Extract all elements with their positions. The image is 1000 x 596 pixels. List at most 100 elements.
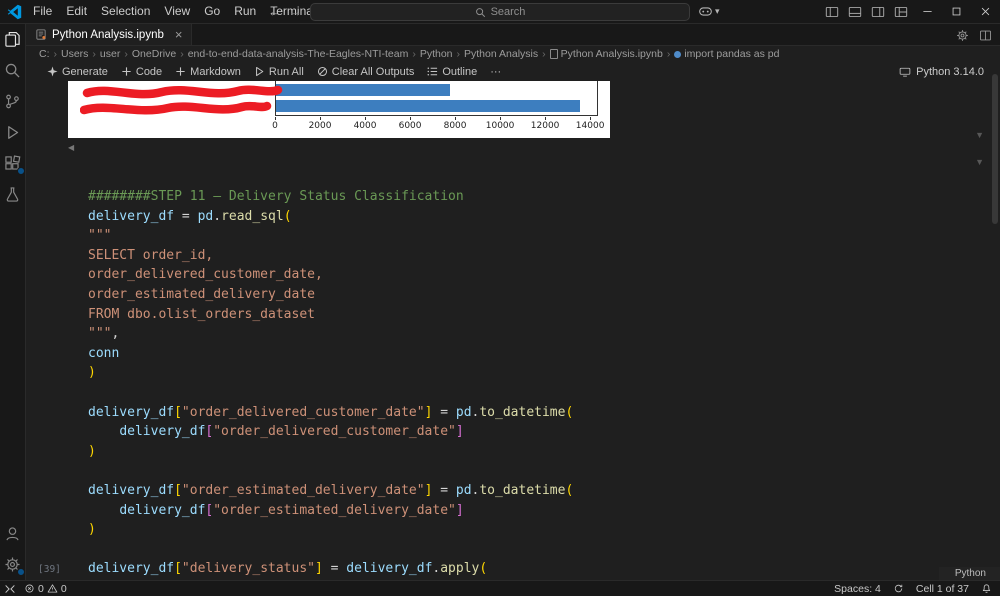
- code-line[interactable]: delivery_df["delivery_status"] = deliver…: [88, 559, 573, 579]
- kernel-icon: [899, 67, 911, 77]
- breadcrumb-item[interactable]: C:: [39, 48, 50, 60]
- code-line[interactable]: ​: [88, 383, 573, 403]
- search-box[interactable]: Search: [310, 3, 690, 21]
- output-scroll-left-icon[interactable]: ◀: [68, 143, 74, 152]
- minimize-button[interactable]: [913, 0, 942, 23]
- warning-icon: [47, 584, 58, 593]
- search-view-icon[interactable]: [3, 60, 23, 80]
- kernel-picker[interactable]: Python 3.14.0: [899, 62, 984, 81]
- toggle-sidebar-icon[interactable]: [825, 5, 839, 19]
- code-line[interactable]: delivery_df["order_estimated_delivery_da…: [88, 481, 573, 501]
- breadcrumb-item[interactable]: OneDrive: [132, 48, 176, 60]
- outline-button[interactable]: Outline: [427, 66, 477, 78]
- breadcrumb-item[interactable]: Python: [420, 48, 453, 60]
- run-all-button[interactable]: Run All: [254, 66, 304, 78]
- close-button[interactable]: [971, 0, 1000, 23]
- code-line[interactable]: delivery_df["order_delivered_customer_da…: [88, 422, 573, 442]
- x-tick-label: 2000: [308, 121, 332, 131]
- breadcrumb-item[interactable]: Python Analysis.ipynb: [549, 48, 663, 60]
- error-icon: [25, 584, 34, 593]
- menu-selection[interactable]: Selection: [94, 0, 157, 23]
- breadcrumb-item[interactable]: end-to-end-data-analysis-The-Eagles-NTI-…: [188, 48, 409, 60]
- x-tick-label: 14000: [575, 121, 605, 131]
- maximize-button[interactable]: [942, 0, 971, 23]
- more-actions-button[interactable]: ···: [490, 66, 501, 78]
- generate-button[interactable]: Generate: [47, 66, 108, 78]
- history-forward-icon[interactable]: →: [289, 0, 302, 23]
- breadcrumb-separator-icon: ›: [412, 48, 416, 60]
- menu-go[interactable]: Go: [197, 0, 227, 23]
- code-lines[interactable]: ########STEP 11 — Delivery Status Classi…: [88, 187, 573, 579]
- tab-python-analysis[interactable]: Python Analysis.ipynb ×: [26, 24, 193, 45]
- code-line[interactable]: ​: [88, 461, 573, 481]
- code-line[interactable]: order_estimated_delivery_date: [88, 285, 573, 305]
- code-line[interactable]: delivery_df = pd.read_sql(: [88, 207, 573, 227]
- activity-bar: [0, 24, 26, 580]
- breadcrumb-separator-icon: ›: [666, 48, 671, 60]
- editor-scrollbar[interactable]: [990, 62, 1000, 580]
- code-line[interactable]: delivery_df["order_delivered_customer_da…: [88, 403, 573, 423]
- toggle-panel-icon[interactable]: [848, 5, 862, 19]
- toggle-secondary-sidebar-icon[interactable]: [871, 5, 885, 19]
- spaces-indicator[interactable]: Spaces: 4: [834, 583, 881, 595]
- status-bar: 0 0 Spaces: 4 Cell 1 of 37: [0, 580, 1000, 596]
- x-tick-label: 6000: [398, 121, 422, 131]
- clear-icon: [317, 66, 327, 77]
- breadcrumb-item[interactable]: import pandas as pd: [674, 48, 779, 60]
- x-tickmark: [365, 117, 367, 120]
- breadcrumb-separator-icon: ›: [542, 48, 546, 60]
- add-markdown-button[interactable]: Markdown: [175, 66, 241, 78]
- code-line[interactable]: """: [88, 226, 573, 246]
- chevron-down-icon: ▾: [715, 6, 720, 16]
- breadcrumb-item[interactable]: Python Analysis: [464, 48, 538, 60]
- search-icon: [475, 7, 486, 18]
- notifications-bell-icon[interactable]: [981, 583, 992, 594]
- menu-run[interactable]: Run: [227, 0, 263, 23]
- split-editor-icon[interactable]: [979, 29, 992, 42]
- menu-file[interactable]: File: [26, 0, 59, 23]
- breadcrumb: C: › Users › user › OneDrive › end-to-end-data-a…: [26, 46, 1000, 62]
- menu-edit[interactable]: Edit: [59, 0, 94, 23]
- customize-layout-icon[interactable]: [894, 5, 908, 19]
- code-line[interactable]: SELECT order_id,: [88, 246, 573, 266]
- explorer-icon[interactable]: [3, 29, 23, 49]
- sparkle-icon: [47, 66, 58, 77]
- breadcrumb-item[interactable]: Users: [61, 48, 88, 60]
- notebook-layout-gear-icon[interactable]: [956, 29, 969, 42]
- code-line[interactable]: ): [88, 520, 573, 540]
- code-line[interactable]: """,: [88, 324, 573, 344]
- problems-indicator[interactable]: 0 0: [24, 583, 67, 595]
- code-line[interactable]: conn: [88, 344, 573, 364]
- code-line[interactable]: delivery_df["order_estimated_delivery_da…: [88, 501, 573, 521]
- clear-outputs-button[interactable]: Clear All Outputs: [317, 66, 414, 78]
- copilot-menu-button[interactable]: ▾: [698, 4, 720, 19]
- breadcrumb-item[interactable]: user: [100, 48, 120, 60]
- sync-icon[interactable]: [893, 583, 904, 594]
- code-line[interactable]: order_delivered_customer_date,: [88, 265, 573, 285]
- settings-gear-icon[interactable]: [3, 554, 25, 576]
- code-line[interactable]: ): [88, 442, 573, 462]
- account-icon[interactable]: [3, 523, 23, 543]
- x-tickmark: [545, 117, 547, 120]
- run-debug-icon[interactable]: [3, 122, 23, 142]
- tab-label: Python Analysis.ipynb: [52, 28, 164, 41]
- chart-plot: [275, 81, 598, 116]
- cell-symbol-icon: [674, 50, 682, 58]
- history-back-icon[interactable]: ←: [268, 0, 281, 23]
- extensions-icon[interactable]: [3, 153, 25, 175]
- testing-icon[interactable]: [3, 184, 23, 204]
- source-control-icon[interactable]: [3, 91, 23, 111]
- remote-icon[interactable]: [4, 583, 16, 595]
- code-line[interactable]: ​: [88, 540, 573, 560]
- notebook-file-icon: [549, 49, 558, 59]
- close-tab-icon[interactable]: ×: [175, 28, 183, 41]
- cell-position-indicator[interactable]: Cell 1 of 37: [916, 583, 969, 595]
- code-line[interactable]: ########STEP 11 — Delivery Status Classi…: [88, 187, 573, 207]
- code-line[interactable]: FROM dbo.olist_orders_dataset: [88, 305, 573, 325]
- add-code-button[interactable]: Code: [121, 66, 162, 78]
- scrollbar-thumb[interactable]: [992, 74, 998, 224]
- menu-view[interactable]: View: [157, 0, 197, 23]
- title-bar: FileEditSelectionViewGoRunTerminalHelp ←…: [0, 0, 1000, 24]
- code-line[interactable]: ): [88, 363, 573, 383]
- editor-area: Python Analysis.ipynb × C: › Users › user › On…: [26, 24, 1000, 580]
